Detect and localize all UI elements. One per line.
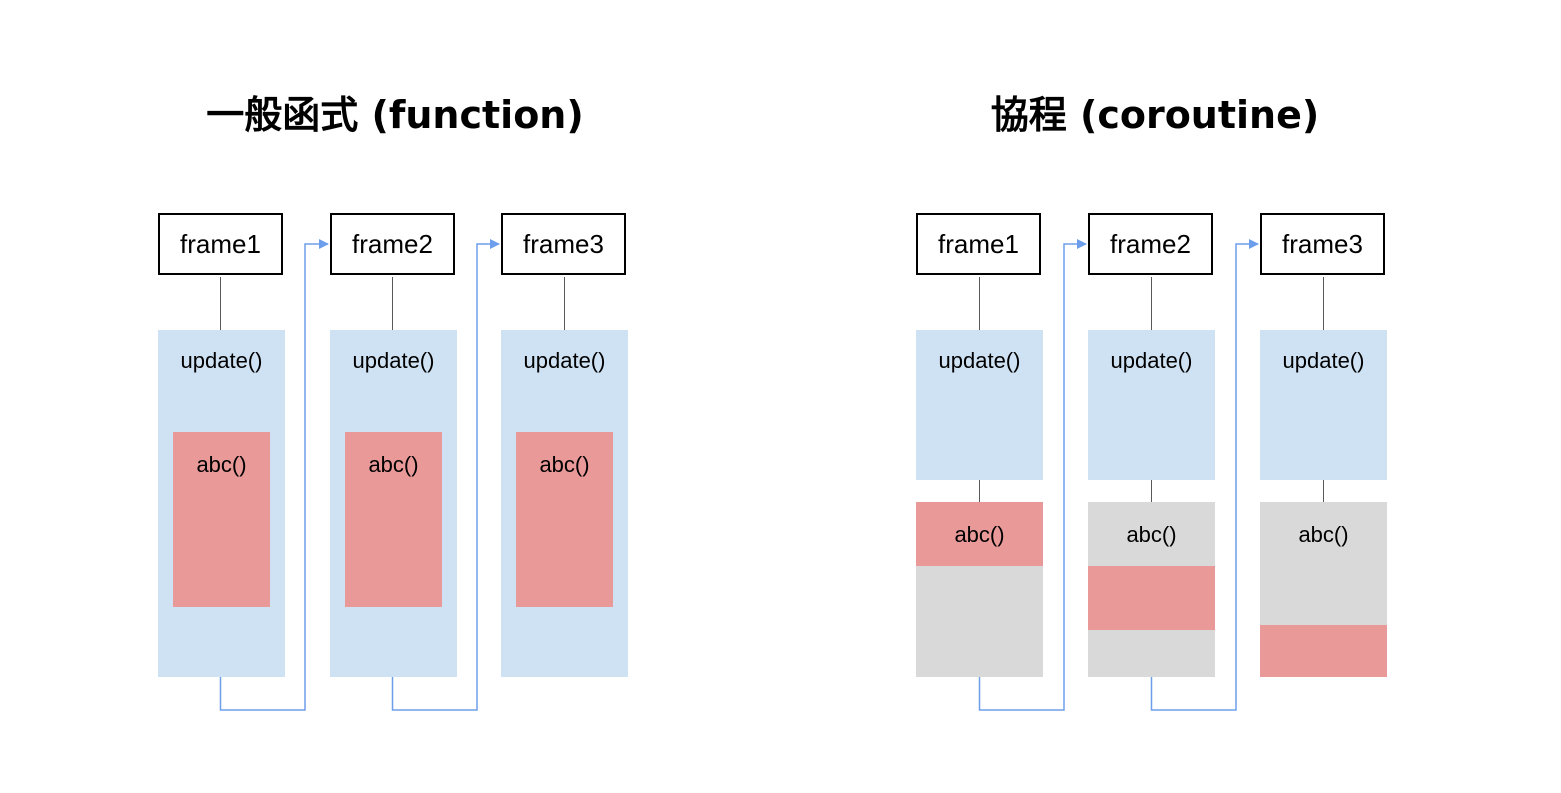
function-arrow-1-to-2: [219, 239, 329, 711]
function-arrow-2-to-3: [391, 239, 500, 711]
coroutine-arrow-1-to-2: [978, 239, 1087, 711]
coroutine-arrow-2-to-3: [1150, 239, 1259, 711]
flow-arrows: [219, 239, 1259, 711]
